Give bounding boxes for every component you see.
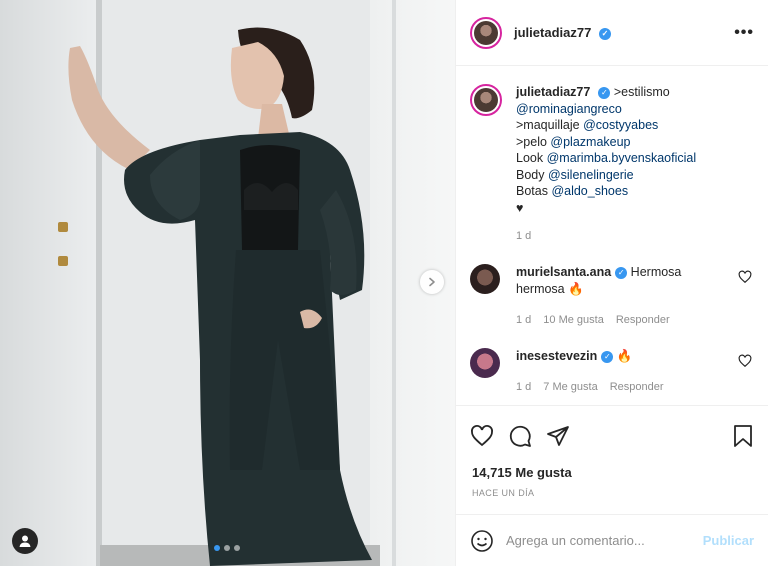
comment-meta: 1 d 7 Me gusta Responder — [516, 381, 726, 393]
comment-item: inesestevezin ✓ 🔥 1 d 7 Me gusta Responde… — [470, 348, 752, 393]
mention-link[interactable]: @silenelingerie — [548, 168, 634, 182]
post-actions — [456, 405, 768, 465]
comment-username[interactable]: inesestevezin — [516, 349, 597, 363]
caption-line: >pelo — [516, 134, 551, 149]
carousel-dot — [234, 545, 240, 551]
comment-avatar[interactable] — [470, 348, 500, 378]
carousel-dot — [224, 545, 230, 551]
comment-username[interactable]: murielsanta.ana — [516, 265, 611, 279]
carousel-indicator — [214, 545, 240, 551]
header-username-text[interactable]: julietadiaz77 — [514, 25, 591, 40]
caption-avatar[interactable] — [470, 84, 502, 116]
caption: julietadiaz77 ✓ >estilismo @rominagiangre… — [470, 84, 752, 242]
post-side-panel: julietadiaz77 ✓ ••• julietadiaz77 ✓ >esti… — [455, 0, 768, 566]
comment-likes[interactable]: 7 Me gusta — [543, 381, 597, 393]
comment-item: murielsanta.ana ✓ Hermosa hermosa 🔥 1 d 1… — [470, 264, 752, 326]
comment-time: 1 d — [516, 314, 532, 326]
publish-button[interactable]: Publicar — [703, 533, 754, 548]
comment-body: 🔥 — [616, 349, 633, 363]
comment-time: 1 d — [516, 381, 532, 393]
comment-input[interactable]: Agrega un comentario... — [506, 533, 703, 548]
comment-text: murielsanta.ana ✓ Hermosa hermosa 🔥 — [516, 264, 726, 298]
heart-icon[interactable] — [470, 424, 494, 448]
verified-icon: ✓ — [601, 350, 614, 363]
chevron-right-icon — [429, 277, 435, 287]
comments-list[interactable]: julietadiaz77 ✓ >estilismo @rominagiangre… — [456, 66, 768, 405]
post-date: HACE UN DÍA — [472, 488, 535, 498]
user-tag-button[interactable] — [12, 528, 38, 554]
add-comment-bar: Agrega un comentario... Publicar — [456, 514, 768, 566]
header-username[interactable]: julietadiaz77 ✓ — [514, 25, 611, 40]
instagram-post: julietadiaz77 ✓ ••• julietadiaz77 ✓ >esti… — [0, 0, 768, 566]
heart-icon[interactable] — [738, 270, 752, 284]
share-icon[interactable] — [546, 424, 570, 448]
reply-button[interactable]: Responder — [610, 381, 664, 393]
like-count[interactable]: 14,715 Me gusta — [456, 465, 768, 480]
comment-likes[interactable]: 10 Me gusta — [543, 314, 604, 326]
mention-link[interactable]: @aldo_shoes — [551, 184, 628, 198]
comment-meta: 1 d 10 Me gusta Responder — [516, 314, 726, 326]
mention-link[interactable]: @rominagiangreco — [516, 102, 622, 116]
comment-icon[interactable] — [508, 424, 532, 448]
caption-line: Look — [516, 151, 547, 165]
carousel-dot — [214, 545, 220, 551]
comment-text: inesestevezin ✓ 🔥 — [516, 348, 726, 365]
caption-line: Botas — [516, 184, 552, 198]
verified-icon: ✓ — [598, 27, 611, 40]
verified-icon: ✓ — [598, 86, 611, 99]
carousel-next-button[interactable] — [420, 270, 444, 294]
mention-link[interactable]: @marimba.byvenskaoficial — [547, 151, 697, 165]
caption-time: 1 d — [516, 230, 532, 242]
post-photo[interactable] — [0, 0, 455, 566]
caption-line: ♥ — [516, 200, 524, 215]
caption-line: >estilismo — [613, 85, 670, 99]
bookmark-icon[interactable] — [732, 424, 754, 448]
caption-line: Body — [516, 167, 548, 182]
caption-line: >maquillaje — [516, 118, 584, 132]
avatar[interactable] — [470, 16, 502, 49]
verified-icon: ✓ — [615, 266, 628, 279]
more-options-icon[interactable]: ••• — [734, 24, 754, 42]
caption-text: julietadiaz77 ✓ >estilismo @rominagiangre… — [516, 84, 696, 216]
post-header: julietadiaz77 ✓ ••• — [456, 0, 768, 66]
photo-figure — [68, 27, 372, 566]
heart-icon[interactable] — [738, 354, 752, 368]
mention-link[interactable]: @costyyabes — [583, 118, 658, 132]
caption-username[interactable]: julietadiaz77 — [516, 85, 590, 99]
reply-button[interactable]: Responder — [616, 314, 670, 326]
comment-avatar[interactable] — [470, 264, 500, 294]
mention-link[interactable]: @plazmakeup — [550, 135, 630, 149]
user-tag-icon — [19, 535, 31, 547]
emoji-icon[interactable] — [470, 529, 494, 553]
